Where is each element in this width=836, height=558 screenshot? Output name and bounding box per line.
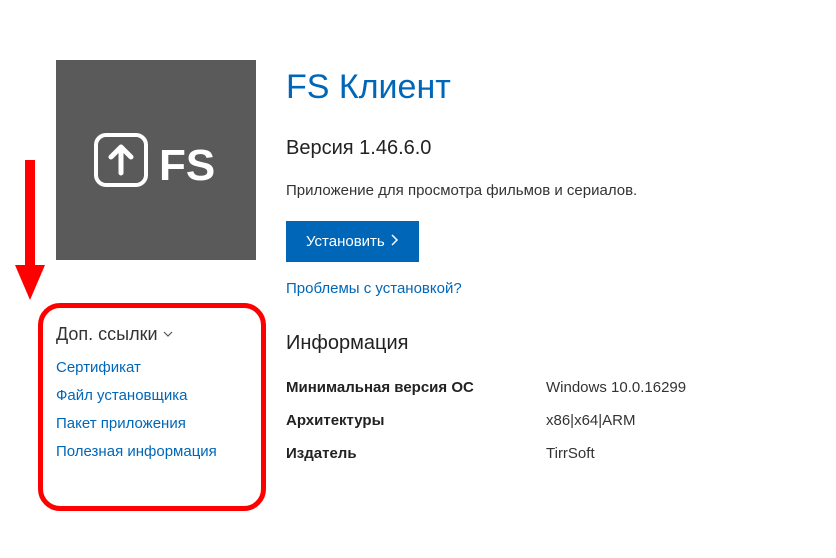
additional-links-toggle[interactable]: Доп. ссылки [56,324,256,345]
chevron-down-icon [162,324,174,345]
link-certificate[interactable]: Сертификат [56,359,141,376]
install-button[interactable]: Установить [286,221,419,262]
info-table: Минимальная версия ОС Windows 10.0.16299… [286,379,836,462]
link-installer-file[interactable]: Файл установщика [56,387,187,404]
trouble-link[interactable]: Проблемы с установкой? [286,280,836,297]
info-row: Минимальная версия ОС Windows 10.0.16299 [286,379,836,396]
app-title: FS Клиент [286,68,836,107]
link-useful-info[interactable]: Полезная информация [56,443,217,460]
link-app-package[interactable]: Пакет приложения [56,415,186,432]
annotation-arrow [10,150,50,300]
info-value-arch: x86|x64|ARM [546,412,636,429]
info-label-os: Минимальная версия ОС [286,379,546,396]
chevron-right-icon [391,233,399,250]
info-row: Архитектуры x86|x64|ARM [286,412,836,429]
additional-links-heading: Доп. ссылки [56,324,158,345]
info-row: Издатель TirrSoft [286,445,836,462]
svg-text:FS: FS [159,141,215,190]
info-value-publisher: TirrSoft [546,445,595,462]
install-button-label: Установить [306,233,385,250]
info-value-os: Windows 10.0.16299 [546,379,686,396]
info-label-arch: Архитектуры [286,412,546,429]
app-description: Приложение для просмотра фильмов и сериа… [286,182,836,199]
info-heading: Информация [286,332,836,355]
app-version: Версия 1.46.6.0 [286,137,836,160]
app-icon: FS [56,60,256,260]
info-label-publisher: Издатель [286,445,546,462]
